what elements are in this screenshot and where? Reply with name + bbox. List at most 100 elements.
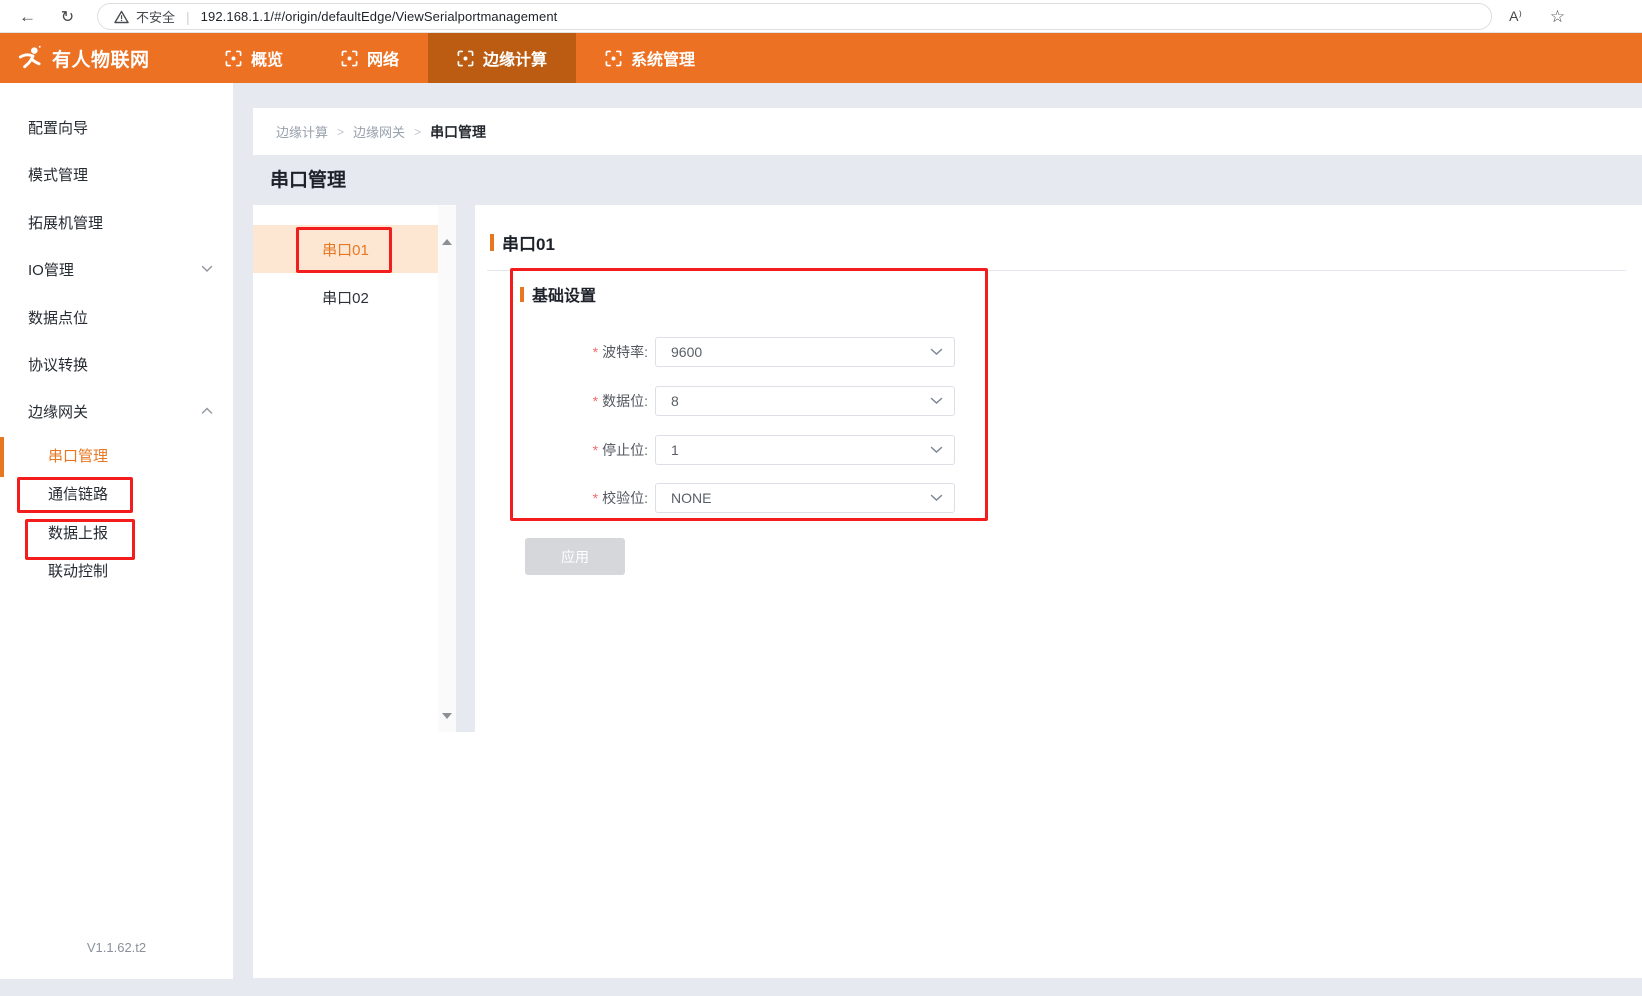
sidebar-menu: 配置向导 模式管理 拓展机管理 IO管理 数据点位 协议转换 边缘网关 串口管理… <box>0 83 233 979</box>
sidebar-item-data-reporting[interactable]: 数据上报 <box>0 513 233 551</box>
address-bar[interactable]: 不安全 | 192.168.1.1/#/origin/defaultEdge/V… <box>97 3 1492 30</box>
favorite-star-icon[interactable]: ☆ <box>1544 3 1571 30</box>
tab-label: 网络 <box>367 46 399 70</box>
sidebar-item-expansion-management[interactable]: 拓展机管理 <box>0 198 233 246</box>
panel-divider <box>456 205 475 732</box>
detail-heading: 串口01 <box>490 230 555 255</box>
serial-port-list: 串口01 串口02 <box>253 225 438 321</box>
scroll-down-icon[interactable] <box>442 713 452 719</box>
tab-network[interactable]: 网络 <box>312 33 428 83</box>
field-label-text: 停止位: <box>602 440 648 460</box>
tab-label: 边缘计算 <box>483 46 547 70</box>
content-area: 边缘计算 > 边缘网关 > 串口管理 串口管理 串口01 串口02 串口01 基… <box>253 83 1642 996</box>
sidebar-item-linkage-control[interactable]: 联动控制 <box>0 551 233 589</box>
scan-frame-icon <box>457 50 474 67</box>
sidebar-item-label: 通信链路 <box>48 483 108 504</box>
list-item-serial-02[interactable]: 串口02 <box>253 273 438 321</box>
tab-edge-computing[interactable]: 边缘计算 <box>428 33 576 83</box>
tab-system-management[interactable]: 系统管理 <box>576 33 724 83</box>
sidebar-item-label: 数据点位 <box>28 307 88 328</box>
scroll-up-icon[interactable] <box>442 239 452 245</box>
address-divider: | <box>186 9 190 25</box>
serial-management-panel: 串口01 串口02 串口01 基础设置 * 波特率: <box>253 205 1642 978</box>
sidebar-item-config-wizard[interactable]: 配置向导 <box>0 103 233 151</box>
list-scrollbar[interactable] <box>438 205 456 732</box>
sidebar-item-communication-link[interactable]: 通信链路 <box>0 474 233 512</box>
read-aloud-icon[interactable]: A⁾ <box>1502 3 1529 30</box>
sidebar-item-label: 边缘网关 <box>28 401 88 422</box>
sidebar-item-label: 拓展机管理 <box>28 212 103 233</box>
chevron-up-icon <box>201 407 213 415</box>
sidebar-item-mode-management[interactable]: 模式管理 <box>0 150 233 198</box>
field-label-text: 波特率: <box>602 342 648 362</box>
breadcrumb-current: 串口管理 <box>430 122 486 142</box>
serial-port-detail: 串口01 基础设置 * 波特率: 9600 * 数 <box>475 205 1642 978</box>
baud-rate-label: * 波特率: <box>475 337 648 367</box>
scan-frame-icon <box>225 50 242 67</box>
firmware-version: V1.1.62.t2 <box>0 940 233 955</box>
browser-back-button[interactable]: ← <box>14 3 41 30</box>
sidebar-item-label: 协议转换 <box>28 354 88 375</box>
tab-overview[interactable]: 概览 <box>196 33 312 83</box>
brand-logo: 有人物联网 <box>0 33 196 83</box>
app-header: 有人物联网 概览 网络 边缘计算 系统管理 <box>0 33 1642 83</box>
heading-accent-bar <box>490 234 494 251</box>
sidebar-item-label: 串口管理 <box>48 445 108 466</box>
chevron-down-icon <box>930 446 943 454</box>
heading-divider <box>487 270 1626 271</box>
stop-bits-label: * 停止位: <box>475 435 648 465</box>
breadcrumb-edge-gateway[interactable]: 边缘网关 <box>353 122 405 141</box>
sidebar-item-label: 数据上报 <box>48 522 108 543</box>
breadcrumb-separator: > <box>337 125 344 139</box>
basic-settings-title: 基础设置 <box>532 282 596 306</box>
data-bits-select[interactable]: 8 <box>655 386 955 416</box>
list-item-label: 串口01 <box>322 239 369 260</box>
sidebar-item-edge-gateway[interactable]: 边缘网关 <box>0 387 233 435</box>
heading-accent-bar <box>520 287 524 302</box>
breadcrumb-edge-computing[interactable]: 边缘计算 <box>276 122 328 141</box>
tab-label: 概览 <box>251 46 283 70</box>
usr-person-logo-icon <box>16 45 43 72</box>
sidebar-item-label: 模式管理 <box>28 164 88 185</box>
sidebar-item-serial-port-management[interactable]: 串口管理 <box>0 436 233 474</box>
data-bits-value: 8 <box>671 393 679 409</box>
chevron-down-icon <box>930 348 943 356</box>
chevron-down-icon <box>201 265 213 273</box>
stop-bits-select[interactable]: 1 <box>655 435 955 465</box>
sidebar-item-label: IO管理 <box>28 259 74 280</box>
baud-rate-value: 9600 <box>671 344 702 360</box>
required-asterisk: * <box>593 442 598 458</box>
detail-heading-text: 串口01 <box>502 230 555 255</box>
sidebar-item-io-management[interactable]: IO管理 <box>0 245 233 293</box>
list-item-label: 串口02 <box>322 287 369 308</box>
field-label-text: 校验位: <box>602 488 648 508</box>
security-warning-label: 不安全 <box>136 7 175 26</box>
browser-refresh-button[interactable]: ↻ <box>54 3 81 30</box>
scan-frame-icon <box>341 50 358 67</box>
chevron-down-icon <box>930 397 943 405</box>
url-text[interactable]: 192.168.1.1/#/origin/defaultEdge/ViewSer… <box>201 9 558 24</box>
browser-toolbar: ← ↻ 不安全 | 192.168.1.1/#/origin/defaultEd… <box>0 0 1642 33</box>
page-title: 串口管理 <box>270 165 346 192</box>
basic-settings-heading: 基础设置 <box>520 282 596 306</box>
sidebar-item-label: 配置向导 <box>28 117 88 138</box>
apply-button[interactable]: 应用 <box>525 538 625 575</box>
list-item-serial-01[interactable]: 串口01 <box>253 225 438 273</box>
required-asterisk: * <box>593 490 598 506</box>
parity-value: NONE <box>671 490 711 506</box>
sidebar-item-protocol-conversion[interactable]: 协议转换 <box>0 340 233 388</box>
scan-frame-icon <box>605 50 622 67</box>
parity-select[interactable]: NONE <box>655 483 955 513</box>
sidebar-item-label: 联动控制 <box>48 560 108 581</box>
brand-title: 有人物联网 <box>52 45 150 72</box>
security-warning-icon <box>114 10 129 24</box>
field-label-text: 数据位: <box>602 391 648 411</box>
tab-label: 系统管理 <box>631 46 695 70</box>
breadcrumb-separator: > <box>414 125 421 139</box>
breadcrumb: 边缘计算 > 边缘网关 > 串口管理 <box>253 108 1642 155</box>
sidebar-item-data-points[interactable]: 数据点位 <box>0 293 233 341</box>
baud-rate-select[interactable]: 9600 <box>655 337 955 367</box>
required-asterisk: * <box>593 344 598 360</box>
required-asterisk: * <box>593 393 598 409</box>
data-bits-label: * 数据位: <box>475 386 648 416</box>
